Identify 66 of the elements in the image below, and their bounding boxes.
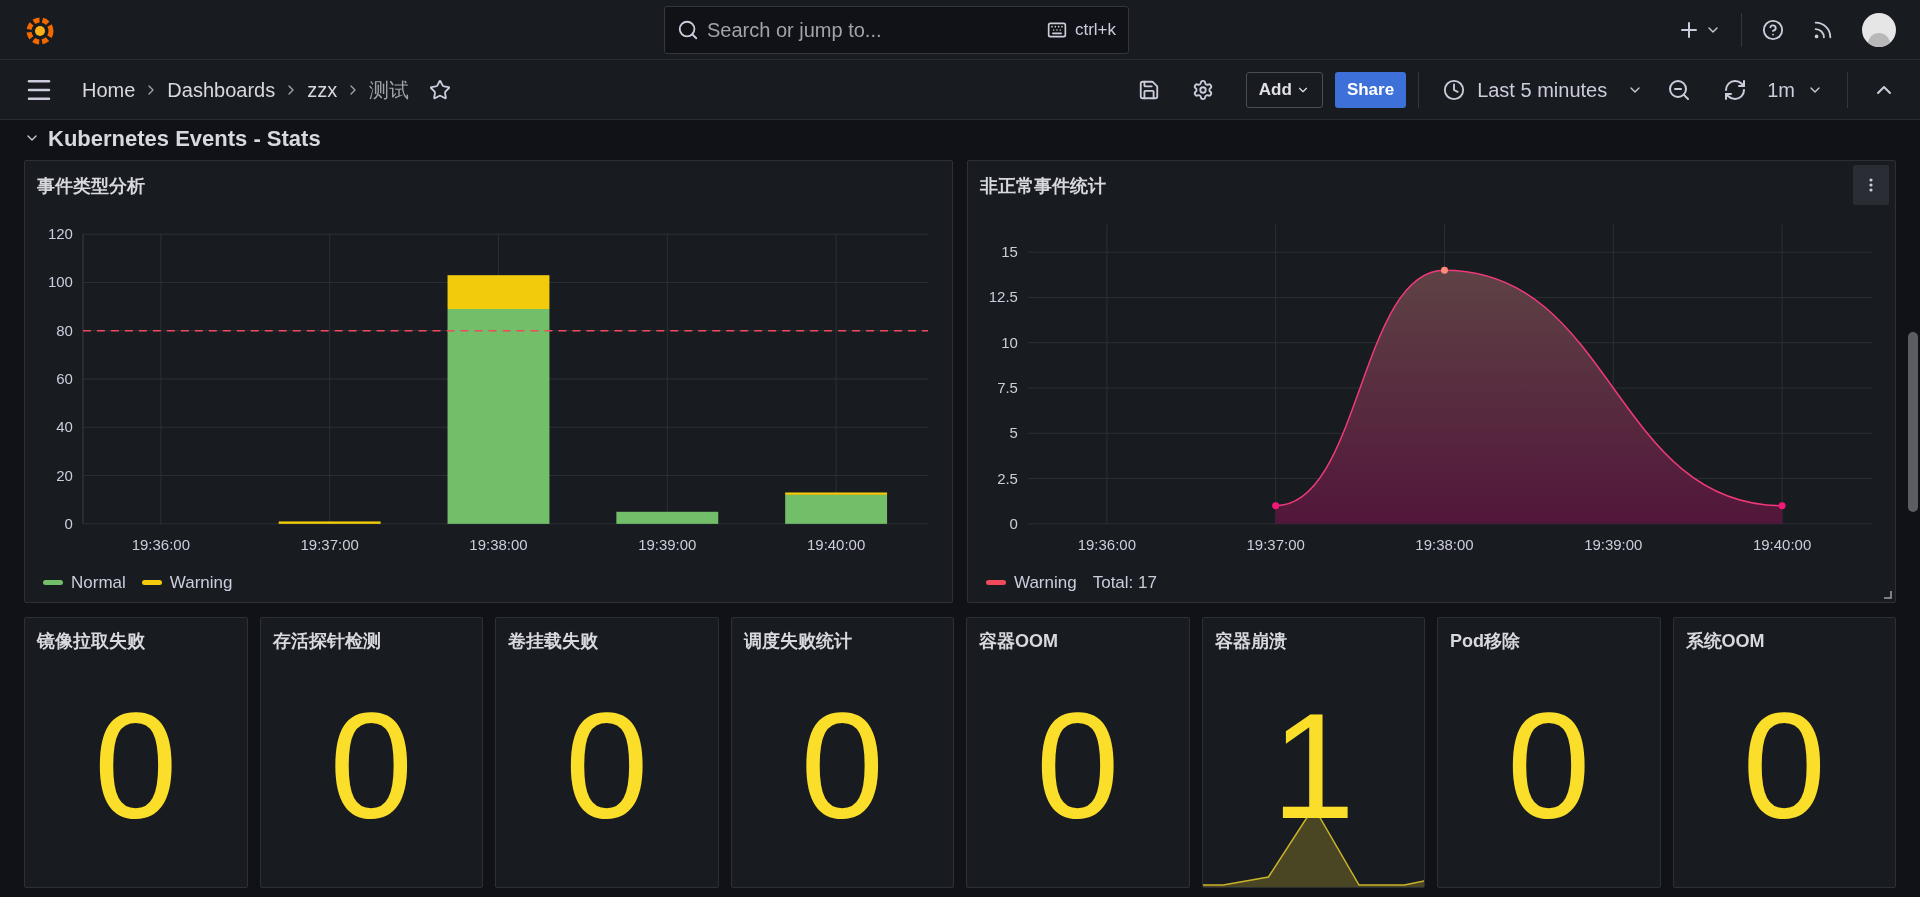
y-tick-label: 80 [56,321,73,339]
share-button[interactable]: Share [1334,71,1407,108]
legend-label[interactable]: Warning [169,570,233,596]
y-tick-label: 60 [56,370,73,387]
y-tick-label: 100 [47,273,73,291]
shortcut-hint: ctrl+k [1074,18,1116,41]
stat-value: 0 [329,690,413,841]
settings-icon[interactable] [1191,78,1214,101]
search-field[interactable]: Search or jump to... ctrl+k [664,5,1129,54]
stat-value: 1 [1271,690,1355,841]
category-label: 19:38:00 [469,535,528,553]
breadcrumb-link[interactable]: Dashboards [167,74,276,105]
stat-value: 0 [94,690,178,841]
legend-label[interactable]: Warning [1014,570,1077,596]
category-label: 19:36:00 [131,535,190,553]
time-range-picker[interactable]: Last 5 minutes [1443,74,1644,105]
panel-title: 调度失败统计 [743,629,852,653]
category-label: 19:40:00 [806,535,866,553]
clock-icon [1443,78,1466,101]
panel-title: 容器崩溃 [1214,629,1287,653]
row-title[interactable]: Kubernetes Events - Stats [48,121,321,155]
y-tick-label: 0 [64,514,73,532]
panel-title: 事件类型分析 [37,174,145,198]
panel-title: 非正常事件统计 [980,174,1106,198]
scrollbar-thumb[interactable] [1908,332,1918,512]
refresh-interval-picker[interactable]: 1m [1767,74,1823,105]
stat-value: 0 [1742,690,1826,841]
avatar[interactable] [1862,12,1896,47]
panel-title: 容器OOM [979,629,1058,653]
y-tick-label: 120 [47,225,73,243]
stat-value: 0 [800,690,884,841]
search-input[interactable]: Search or jump to... [707,14,1039,45]
panel-title: 系统OOM [1685,629,1765,653]
y-axis: 0 2.5 5 7.5 10 12.5 15 [988,243,1018,532]
panel-title: 镜像拉取失败 [37,629,145,653]
legend-total: Total: 17 [1092,572,1157,594]
y-axis: 0 20 40 60 80 100 120 [47,225,84,532]
category-label: 19:40:00 [1752,535,1812,553]
panel-title: 存活探针检测 [272,629,381,653]
category-label: 19:36:00 [1077,535,1136,553]
breadcrumb-link[interactable]: zzx [307,74,338,105]
category-label: 19:39:00 [638,535,697,553]
more-icon [1869,178,1873,192]
breadcrumb-link[interactable]: Home [82,74,136,105]
panel-title: 卷挂载失败 [508,629,598,653]
y-tick-label: 40 [56,418,73,436]
legend-label[interactable]: Normal [71,570,126,596]
panel-title: Pod移除 [1450,629,1520,653]
y-tick-label: 20 [56,466,73,484]
add-button[interactable]: Add [1245,71,1323,108]
save-icon[interactable] [1137,78,1160,101]
category-label: 19:37:00 [1246,535,1305,553]
help-icon[interactable] [1762,18,1784,41]
zoom-out-icon[interactable] [1667,77,1692,102]
refresh-icon[interactable] [1723,77,1748,102]
stat-value: 0 [1036,690,1120,841]
panel-menu-button[interactable] [1853,165,1889,205]
category-label: 19:38:00 [1415,535,1474,553]
breadcrumb-link[interactable]: 测试 [369,74,410,105]
stat-value: 0 [565,690,649,841]
category-label: 19:39:00 [1584,535,1643,553]
resize-handle-icon[interactable] [1884,591,1892,599]
star-icon[interactable] [429,78,452,101]
stat-value: 0 [1507,690,1591,841]
category-label: 19:37:00 [300,535,359,553]
search-icon [677,18,699,41]
